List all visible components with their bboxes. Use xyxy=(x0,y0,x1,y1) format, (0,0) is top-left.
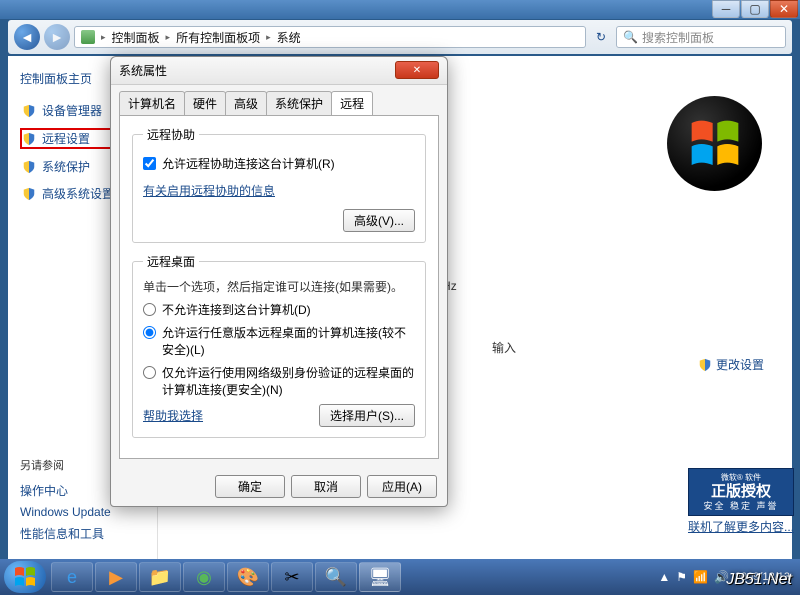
breadcrumb-2[interactable]: 所有控制面板项 xyxy=(176,29,260,46)
seealso-windows-update[interactable]: Windows Update xyxy=(20,505,145,519)
magnifier-icon: 🔍 xyxy=(325,567,347,588)
address-bar[interactable]: ▸ 控制面板 ▸ 所有控制面板项 ▸ 系统 xyxy=(74,26,586,48)
search-icon: 🔍 xyxy=(623,30,638,44)
task-paint[interactable]: 🎨 xyxy=(227,562,269,592)
wmp-icon: ▶ xyxy=(109,567,123,588)
refresh-button[interactable]: ↻ xyxy=(590,26,612,48)
network-icon[interactable]: 📶 xyxy=(693,570,708,584)
tab-advanced[interactable]: 高级 xyxy=(225,91,267,115)
windows-logo xyxy=(667,96,762,191)
task-magnifier[interactable]: 🔍 xyxy=(315,562,357,592)
dialog-close-button[interactable]: ✕ xyxy=(395,61,439,79)
cancel-button[interactable]: 取消 xyxy=(291,475,361,498)
ie-icon: e xyxy=(67,567,77,588)
system-properties-dialog: 系统属性 ✕ 计算机名 硬件 高级 系统保护 远程 远程协助 允许远程协助连接这… xyxy=(110,56,448,507)
control-panel-icon xyxy=(81,30,95,44)
allow-remote-assist-checkbox[interactable] xyxy=(143,157,156,170)
remote-desktop-legend: 远程桌面 xyxy=(143,253,199,270)
task-snip[interactable]: ✂ xyxy=(271,562,313,592)
task-ie[interactable]: e xyxy=(51,562,93,592)
tab-body-remote: 远程协助 允许远程协助连接这台计算机(R) 有关启用远程协助的信息 高级(V).… xyxy=(119,115,439,459)
taskbar: e ▶ 📁 ◉ 🎨 ✂ 🔍 🖥 ▲ ⚑ 📶 🔊 2009/12/13 xyxy=(0,559,800,595)
remote-assist-group: 远程协助 允许远程协助连接这台计算机(R) 有关启用远程协助的信息 高级(V).… xyxy=(132,126,426,243)
select-users-button[interactable]: 选择用户(S)... xyxy=(319,404,415,427)
folder-icon: 📁 xyxy=(149,567,171,588)
remote-assist-advanced-button[interactable]: 高级(V)... xyxy=(343,209,415,232)
dialog-tabs: 计算机名 硬件 高级 系统保护 远程 xyxy=(111,85,447,115)
rd-opt-nla-label: 仅允许运行使用网络级别身份验证的远程桌面的计算机连接(更安全)(N) xyxy=(162,364,415,398)
learn-more-link[interactable]: 联机了解更多内容... xyxy=(688,518,794,535)
rd-opt-deny[interactable] xyxy=(143,303,156,316)
apply-button[interactable]: 应用(A) xyxy=(367,475,437,498)
sidebar-item-label: 设备管理器 xyxy=(42,102,102,119)
tab-computer-name[interactable]: 计算机名 xyxy=(119,91,185,115)
input-label: 输入 xyxy=(492,339,516,356)
search-input[interactable]: 🔍 搜索控制面板 xyxy=(616,26,786,48)
start-button[interactable] xyxy=(4,561,46,593)
remote-desktop-desc: 单击一个选项，然后指定谁可以连接(如果需要)。 xyxy=(143,278,415,295)
sidebar-item-label: 系统保护 xyxy=(42,158,90,175)
tray-up-icon[interactable]: ▲ xyxy=(658,570,670,584)
breadcrumb-1[interactable]: 控制面板 xyxy=(112,29,160,46)
dialog-buttons: 确定 取消 应用(A) xyxy=(111,467,447,506)
shield-icon xyxy=(22,160,36,174)
shield-icon xyxy=(698,358,712,372)
monitor-icon: 🖥 xyxy=(369,567,392,588)
explorer-toolbar: ◄ ► ▸ 控制面板 ▸ 所有控制面板项 ▸ 系统 ↻ 🔍 搜索控制面板 xyxy=(8,20,792,54)
genuine-badge: 微软® 软件 正版授权 安全 稳定 声誉 联机了解更多内容... xyxy=(688,468,794,535)
shield-icon xyxy=(22,187,36,201)
minimize-button[interactable]: ─ xyxy=(712,0,740,18)
remote-assist-info-link[interactable]: 有关启用远程协助的信息 xyxy=(143,184,275,198)
snip-icon: ✂ xyxy=(284,567,299,588)
sidebar-item-label: 远程设置 xyxy=(42,130,90,147)
task-explorer[interactable]: 📁 xyxy=(139,562,181,592)
remote-assist-legend: 远程协助 xyxy=(143,126,199,143)
tab-remote[interactable]: 远程 xyxy=(331,91,373,115)
search-placeholder: 搜索控制面板 xyxy=(642,29,714,46)
allow-remote-assist-label: 允许远程协助连接这台计算机(R) xyxy=(162,155,335,172)
flag-icon[interactable]: ⚑ xyxy=(676,570,687,584)
rd-opt-any[interactable] xyxy=(143,326,156,339)
shield-icon xyxy=(22,132,36,146)
wmc-icon: ◉ xyxy=(196,567,212,588)
ok-button[interactable]: 确定 xyxy=(215,475,285,498)
rd-opt-deny-label: 不允许连接到这台计算机(D) xyxy=(162,301,311,318)
dialog-title[interactable]: 系统属性 ✕ xyxy=(111,57,447,85)
tab-hardware[interactable]: 硬件 xyxy=(184,91,226,115)
window-titlebar: ─ ▢ ✕ xyxy=(0,0,800,20)
seealso-performance[interactable]: 性能信息和工具 xyxy=(20,525,145,542)
task-wmc[interactable]: ◉ xyxy=(183,562,225,592)
site-watermark: JB51.Net xyxy=(726,571,792,589)
close-button[interactable]: ✕ xyxy=(770,0,798,18)
task-sysprops[interactable]: 🖥 xyxy=(359,562,401,592)
maximize-button[interactable]: ▢ xyxy=(741,0,769,18)
back-button[interactable]: ◄ xyxy=(14,24,40,50)
rd-opt-any-label: 允许运行任意版本远程桌面的计算机连接(较不安全)(L) xyxy=(162,324,415,358)
paint-icon: 🎨 xyxy=(237,567,259,588)
rd-opt-nla[interactable] xyxy=(143,366,156,379)
breadcrumb-sep: ▸ xyxy=(101,32,106,43)
forward-button[interactable]: ► xyxy=(44,24,70,50)
remote-desktop-group: 远程桌面 单击一个选项，然后指定谁可以连接(如果需要)。 不允许连接到这台计算机… xyxy=(132,253,426,438)
breadcrumb-3[interactable]: 系统 xyxy=(277,29,301,46)
shield-icon xyxy=(22,104,36,118)
change-settings-link[interactable]: 更改设置 xyxy=(698,356,764,373)
help-choose-link[interactable]: 帮助我选择 xyxy=(143,407,203,424)
task-wmp[interactable]: ▶ xyxy=(95,562,137,592)
sidebar-item-label: 高级系统设置 xyxy=(42,185,114,202)
tab-system-protection[interactable]: 系统保护 xyxy=(266,91,332,115)
